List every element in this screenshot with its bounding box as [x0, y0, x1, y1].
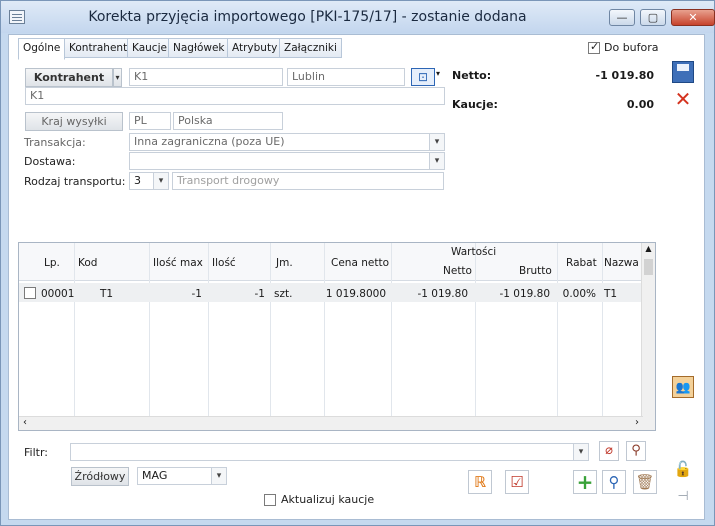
transport-code-select[interactable]: 3 ▾ [129, 172, 169, 190]
tab-kontrahent[interactable]: Kontrahent [64, 38, 133, 58]
chevron-down-icon[interactable]: ▾ [429, 134, 444, 150]
cancel-icon[interactable]: ✕ [672, 88, 694, 110]
filter-builder-icon[interactable]: ⚲ [626, 441, 646, 461]
filtr-input[interactable]: ▾ [70, 443, 589, 461]
user-account-icon[interactable]: 👥 [672, 376, 694, 398]
scroll-right-icon[interactable]: › [635, 417, 639, 428]
zrodlowy-button[interactable]: Źródłowy [71, 467, 129, 486]
aktualizuj-kaucje-label: Aktualizuj kaucje [281, 493, 375, 506]
chevron-down-icon[interactable]: ▾ [429, 153, 444, 169]
cell-ilosc: -1 [254, 288, 265, 300]
do-bufora-label: Do bufora [604, 41, 659, 54]
dialog-window: Korekta przyjęcia importowego [PKI-175/1… [0, 0, 715, 526]
header-rabat[interactable]: Rabat [566, 257, 597, 269]
kraj-name-field[interactable]: Polska [173, 112, 283, 130]
title-bar: Korekta przyjęcia importowego [PKI-175/1… [1, 1, 715, 33]
magazyn-select[interactable]: MAG ▾ [137, 467, 227, 485]
cell-brutto: -1 019.80 [499, 288, 550, 300]
scroll-up-icon[interactable]: ▲ [642, 243, 655, 255]
header-brutto[interactable]: Brutto [519, 265, 552, 277]
header-lp[interactable]: Lp. [44, 257, 60, 269]
save-icon[interactable] [672, 61, 694, 83]
header-kod[interactable]: Kod [78, 257, 97, 269]
kontrahent-code-field[interactable]: K1 [129, 68, 283, 86]
netto-value: -1 019.80 [595, 69, 655, 82]
close-button[interactable]: ✕ [671, 9, 715, 26]
cell-cena: 1 019.8000 [325, 288, 386, 300]
header-cena-netto[interactable]: Cena netto [331, 257, 389, 269]
chevron-down-icon[interactable]: ▾ [153, 173, 168, 189]
clear-filter-icon[interactable]: ⌀ [599, 441, 619, 461]
kontrahent-name-field[interactable]: K1 [25, 87, 445, 105]
vertical-scrollbar[interactable]: ▲ [641, 243, 655, 430]
cell-kod: T1 [100, 288, 114, 300]
cell-lp: 00001 [41, 288, 75, 300]
kraj-code-field[interactable]: PL [129, 112, 171, 130]
do-bufora-checkbox[interactable] [588, 40, 600, 54]
minimize-button[interactable]: — [609, 9, 635, 26]
tab-zalaczniki[interactable]: Załączniki [279, 38, 342, 58]
tab-atrybuty[interactable]: Atrybuty [227, 38, 283, 58]
header-wartosci: Wartości [451, 246, 497, 258]
row-checkbox[interactable] [24, 287, 36, 299]
kraj-wysylki-button[interactable]: Kraj wysyłki [25, 112, 123, 131]
header-nazwa[interactable]: Nazwa [604, 257, 639, 269]
header-jm[interactable]: Jm. [276, 257, 293, 269]
tab-ogolne[interactable]: Ogólne [18, 38, 66, 60]
bookmark-icon[interactable]: ℝ [468, 470, 492, 494]
dostawa-label: Dostawa: [24, 155, 76, 168]
scroll-thumb[interactable] [644, 259, 653, 275]
cell-jm: szt. [274, 288, 293, 300]
address-card-icon[interactable]: ⊡ [411, 68, 435, 86]
magazyn-value: MAG [142, 469, 168, 482]
header-ilosc-max[interactable]: Ilość max [153, 257, 203, 269]
cell-ilosc-max: -1 [191, 288, 202, 300]
rodzaj-transportu-label: Rodzaj transportu: [24, 175, 126, 188]
header-netto[interactable]: Netto [443, 265, 472, 277]
netto-label: Netto: [452, 69, 492, 82]
address-dropdown-icon[interactable]: ▾ [436, 69, 440, 78]
transport-name-field[interactable]: Transport drogowy [172, 172, 444, 190]
transakcja-value: Inna zagraniczna (poza UE) [134, 135, 285, 148]
items-table[interactable]: Lp. Kod Ilość max Ilość Jm. Cena netto W… [18, 242, 656, 431]
pin-icon[interactable]: ⊣ [672, 486, 694, 508]
transakcja-select[interactable]: Inna zagraniczna (poza UE) ▾ [129, 133, 445, 151]
transport-code-value: 3 [134, 174, 141, 187]
window-title: Korekta przyjęcia importowego [PKI-175/1… [88, 9, 527, 25]
cell-rabat: 0.00% [562, 288, 596, 300]
cell-nazwa: T1 [604, 288, 618, 300]
chevron-down-icon[interactable]: ▾ [573, 444, 588, 460]
kontrahent-dropdown-icon[interactable]: ▾ [113, 68, 122, 87]
kaucje-value: 0.00 [626, 98, 654, 111]
filtr-label: Filtr: [24, 446, 48, 459]
delete-icon[interactable]: 🗑 [633, 470, 657, 494]
chevron-down-icon[interactable]: ▾ [211, 468, 226, 484]
kontrahent-button[interactable]: Kontrahent [25, 68, 113, 87]
cell-netto: -1 019.80 [417, 288, 468, 300]
kontrahent-city-field[interactable]: Lublin [287, 68, 405, 86]
search-icon[interactable]: ⚲ [602, 470, 626, 494]
form-area: Ogólne Kontrahent Kaucje Nagłówek Atrybu… [8, 34, 705, 520]
kaucje-label: Kaucje: [452, 98, 498, 111]
tab-kaucje[interactable]: Kaucje [127, 38, 172, 58]
checklist-icon[interactable]: ☑ [505, 470, 529, 494]
horizontal-scrollbar[interactable]: ‹ › [19, 416, 643, 430]
header-ilosc[interactable]: Ilość [212, 257, 236, 269]
add-item-icon[interactable]: + [573, 470, 597, 494]
aktualizuj-kaucje-checkbox[interactable] [264, 494, 276, 506]
tab-naglowek[interactable]: Nagłówek [168, 38, 230, 58]
dostawa-select[interactable]: ▾ [129, 152, 445, 170]
transakcja-label: Transakcja: [24, 136, 86, 149]
maximize-button[interactable]: ▢ [640, 9, 666, 26]
lock-icon[interactable]: 🔓 [672, 458, 694, 480]
scroll-left-icon[interactable]: ‹ [23, 417, 27, 428]
